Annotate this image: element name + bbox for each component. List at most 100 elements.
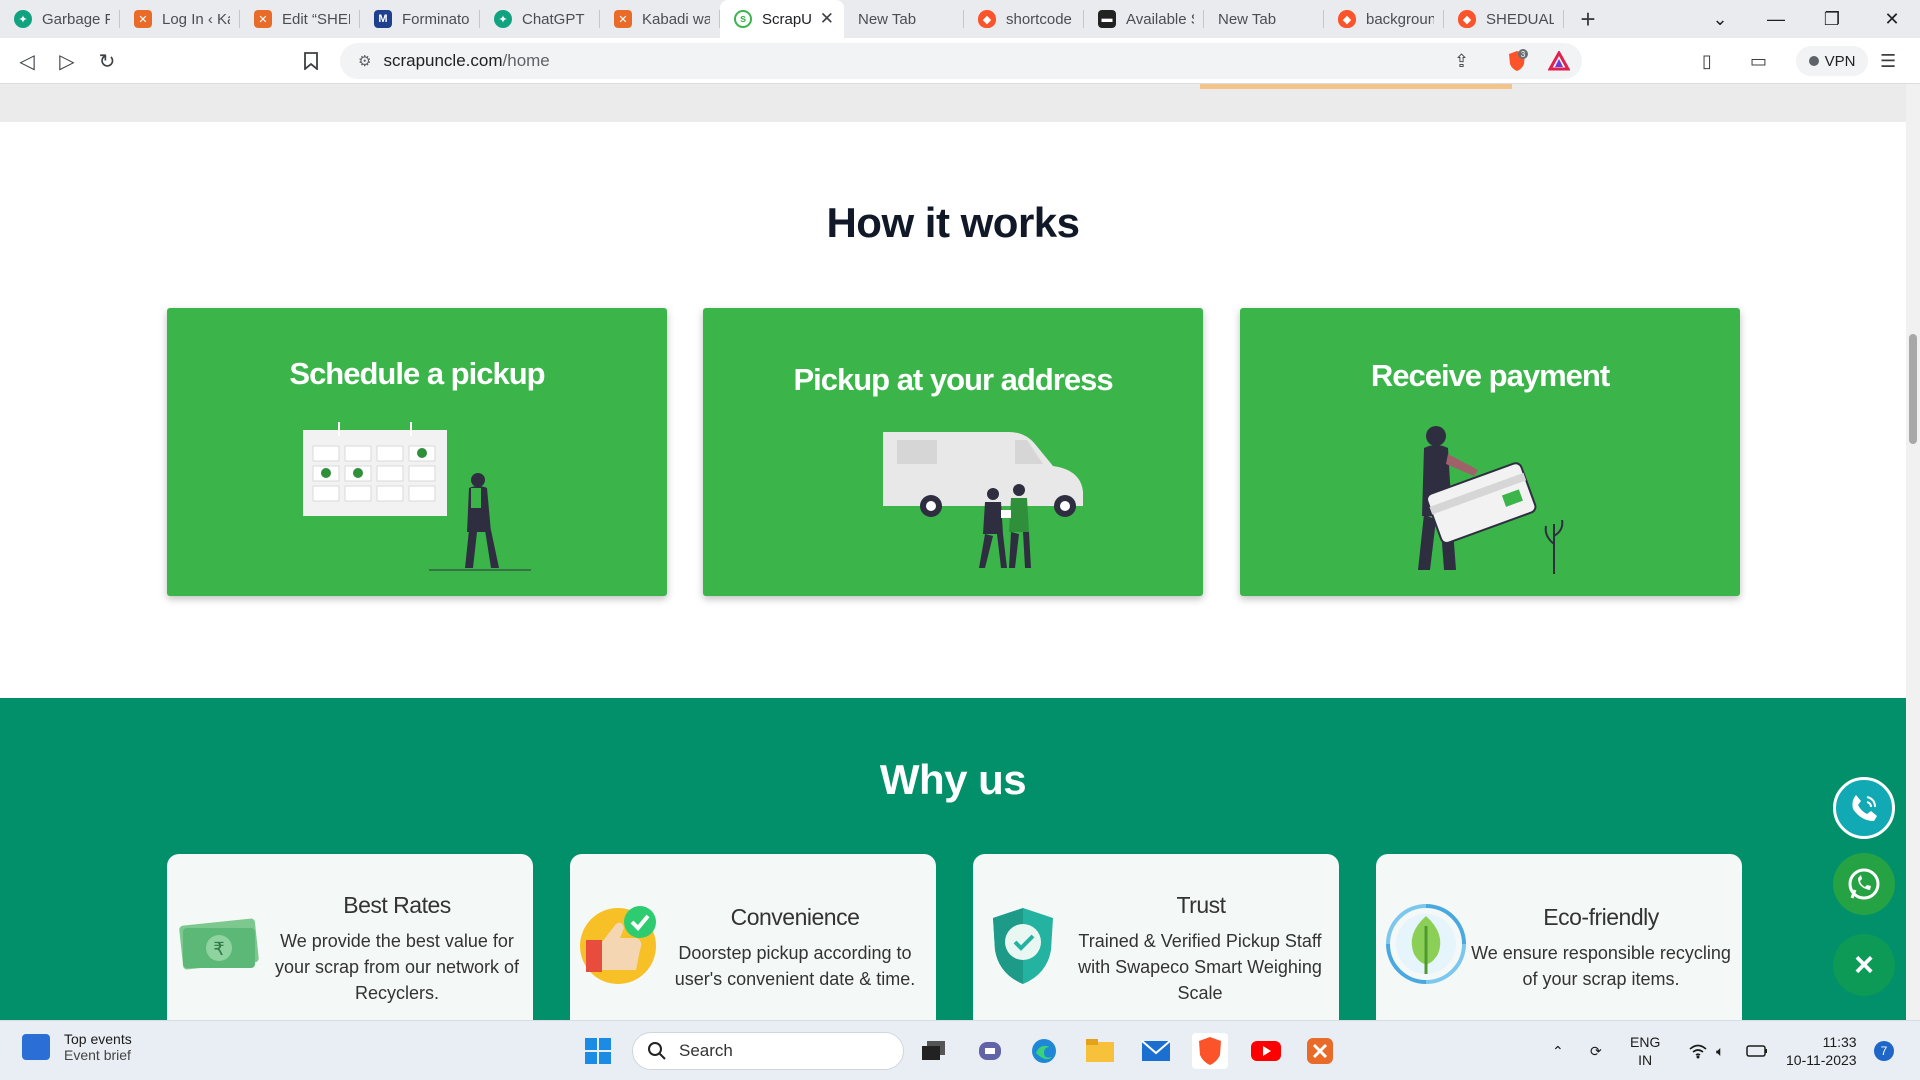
- close-tab-icon[interactable]: ✕: [820, 9, 834, 29]
- clock[interactable]: 11:33 10-11-2023: [1786, 1033, 1857, 1069]
- tab-kabadi[interactable]: ✕ Kabadi wal: [600, 0, 720, 38]
- minimize-button[interactable]: —: [1748, 0, 1804, 38]
- language-indicator[interactable]: ENG IN: [1630, 1033, 1660, 1069]
- tab-background[interactable]: ◆ backgroun: [1324, 0, 1444, 38]
- xampp-icon: ✕: [614, 10, 632, 28]
- scrollbar-thumb[interactable]: [1909, 334, 1917, 444]
- search-icon: [648, 1042, 666, 1060]
- why-card-title: Eco-friendly: [1543, 904, 1659, 930]
- windows-logo-icon: [585, 1038, 611, 1064]
- tab-chatgpt[interactable]: ✦ ChatGPT: [480, 0, 600, 38]
- tab-new-1[interactable]: New Tab: [844, 0, 964, 38]
- maximize-button[interactable]: ❐: [1804, 0, 1860, 38]
- why-card-text: We provide the best value for your scrap…: [274, 931, 520, 1003]
- close-window-button[interactable]: ✕: [1864, 0, 1920, 38]
- calendar-widget-icon: [22, 1034, 50, 1060]
- brave-icon: ◆: [1338, 10, 1356, 28]
- page-scrollbar[interactable]: [1906, 84, 1920, 1020]
- why-card-title: Convenience: [730, 904, 860, 930]
- brave-shields-icon[interactable]: 3: [1504, 48, 1530, 74]
- address-bar[interactable]: ⚙ scrapuncle.com/home: [340, 43, 1582, 79]
- site-settings-icon[interactable]: ⚙: [358, 52, 371, 70]
- van-people-illustration: [883, 432, 1083, 568]
- tab-edit-shed[interactable]: ✕Edit “SHED: [240, 0, 360, 38]
- phone-icon: [1852, 795, 1877, 821]
- why-card-text: Doorstep pickup according to user's conv…: [674, 943, 916, 989]
- web-page: How it works Schedule a pickup Pickup at…: [0, 84, 1906, 1020]
- step-card-payment: Receive payment: [1240, 308, 1740, 596]
- close-float-button[interactable]: ×: [1833, 934, 1895, 996]
- start-button[interactable]: [580, 1033, 616, 1069]
- brave-rewards-icon[interactable]: [1546, 48, 1572, 74]
- youtube-icon[interactable]: [1248, 1033, 1284, 1069]
- whatsapp-icon: [1848, 868, 1880, 900]
- tab-search-chevron-icon[interactable]: ⌄: [1692, 0, 1748, 38]
- why-card-text: We ensure responsible recycling of your …: [1471, 943, 1731, 989]
- notification-badge[interactable]: 7: [1874, 1041, 1894, 1061]
- why-card-convenience: Convenience Doorstep pickup according to…: [570, 854, 936, 1020]
- xampp-icon: ✕: [254, 10, 272, 28]
- menu-icon[interactable]: ☰: [1880, 48, 1896, 74]
- forward-button[interactable]: ▷: [52, 46, 82, 76]
- tab-garbage[interactable]: ✦Garbage Pi: [0, 0, 120, 38]
- why-card-text: Trained & Verified Pickup Staff with Swa…: [1078, 931, 1322, 1003]
- teams-chat-icon[interactable]: [972, 1033, 1008, 1069]
- brave-browser-icon[interactable]: [1192, 1033, 1228, 1069]
- tab-new-2[interactable]: New Tab: [1204, 0, 1324, 38]
- battery-icon[interactable]: [1746, 1021, 1768, 1080]
- windows-taskbar: Top events Event brief Search ⌃ ⟳ ENG IN…: [0, 1020, 1920, 1080]
- wallet-icon[interactable]: ▭: [1750, 48, 1767, 74]
- edge-icon[interactable]: [1026, 1033, 1062, 1069]
- sync-icon[interactable]: ⟳: [1590, 1021, 1602, 1080]
- why-card-best-rates: ₹ Best Rates We provide the best value f…: [167, 854, 533, 1020]
- tab-scrapuncle[interactable]: s ScrapU ✕: [720, 0, 844, 38]
- tab-forminator[interactable]: M Forminator: [360, 0, 480, 38]
- file-explorer-icon[interactable]: [1082, 1033, 1118, 1069]
- new-tab-button[interactable]: +: [1568, 0, 1608, 38]
- rupee-note-icon: ₹: [179, 918, 259, 970]
- calendar-person-illustration: [303, 422, 531, 571]
- share-icon[interactable]: ⇪: [1454, 48, 1469, 74]
- tab-available[interactable]: ▬ Available S: [1084, 0, 1204, 38]
- terminal-icon: ▬: [1098, 10, 1116, 28]
- brave-icon: ◆: [1458, 10, 1476, 28]
- volume-icon[interactable]: 🔈︎: [1716, 1021, 1724, 1080]
- thumbs-up-check-icon: [580, 906, 656, 984]
- sidebar-toggle-icon[interactable]: ▯: [1702, 48, 1712, 74]
- wifi-icon[interactable]: [1688, 1021, 1708, 1080]
- reload-button[interactable]: ↻: [92, 46, 122, 76]
- tab-shortcode[interactable]: ◆ shortcode: [964, 0, 1084, 38]
- forminator-icon: M: [374, 10, 392, 28]
- why-card-eco-friendly: Eco-friendly We ensure responsible recyc…: [1376, 854, 1742, 1020]
- svg-text:₹: ₹: [213, 939, 224, 960]
- toolbar: ◁ ▷ ↻ ⚙ scrapuncle.com/home ⇪ 3 ▯ ▭ VPN …: [0, 38, 1920, 84]
- why-card-title: Trust: [1176, 892, 1226, 918]
- tab-login[interactable]: ✕Log In ‹ Kab: [120, 0, 240, 38]
- back-button[interactable]: ◁: [12, 46, 42, 76]
- step-card-pickup: Pickup at your address: [703, 308, 1203, 596]
- mail-icon[interactable]: [1138, 1033, 1174, 1069]
- svg-text:3: 3: [1521, 50, 1526, 59]
- xampp-icon[interactable]: [1302, 1033, 1338, 1069]
- tab-sheduale[interactable]: ◆SHEDUALE: [1444, 0, 1564, 38]
- previous-section-edge: [0, 84, 1906, 122]
- show-hidden-icons[interactable]: ⌃: [1552, 1021, 1564, 1080]
- why-card-title: Best Rates: [343, 892, 451, 918]
- leaf-recycle-icon: [1386, 904, 1466, 984]
- step-title: Pickup at your address: [793, 362, 1113, 397]
- whatsapp-button[interactable]: [1833, 853, 1895, 915]
- tab-strip: ✦Garbage Pi ✕Log In ‹ Kab ✕Edit “SHED MF…: [0, 0, 1920, 38]
- close-icon: ×: [1854, 945, 1874, 984]
- step-title: Receive payment: [1370, 358, 1610, 393]
- why-card-trust: Trust Trained & Verified Pickup Staff wi…: [973, 854, 1339, 1020]
- chatgpt-icon: ✦: [494, 10, 512, 28]
- bookmark-icon[interactable]: [296, 46, 326, 76]
- vpn-button[interactable]: VPN: [1796, 46, 1868, 76]
- task-view-icon[interactable]: [916, 1033, 952, 1069]
- xampp-icon: ✕: [134, 10, 152, 28]
- brave-icon: ◆: [978, 10, 996, 28]
- taskbar-search[interactable]: Search: [632, 1032, 904, 1070]
- call-button[interactable]: [1833, 777, 1895, 839]
- step-card-schedule: Schedule a pickup: [167, 308, 667, 596]
- weather-widget[interactable]: Top events Event brief: [22, 1031, 132, 1063]
